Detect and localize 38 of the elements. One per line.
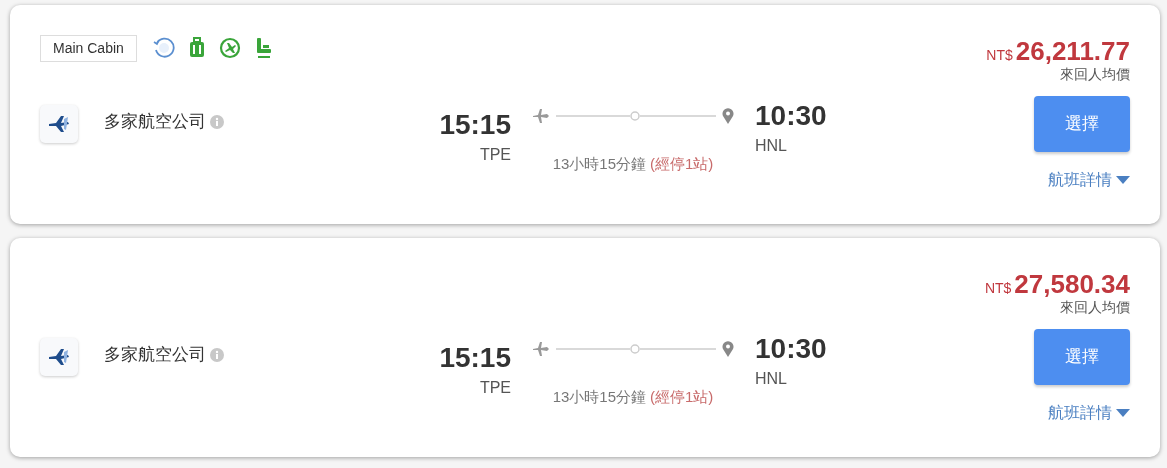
stops-count: (經停1站) [650,387,714,407]
departure-airport: TPE [479,144,511,165]
departure-time: 15:15 [439,107,511,142]
stops-count: (經停1站) [650,154,714,174]
plane-icon [47,347,71,367]
plane-icon [532,341,550,357]
currency-label: NT$ [986,46,1013,65]
flight-details-link[interactable]: 航班詳情 [1048,401,1130,425]
info-icon[interactable] [210,114,224,129]
departure-time: 15:15 [439,340,511,375]
arrival-airport: HNL [755,369,787,389]
seat-icon [254,37,273,59]
select-button[interactable]: 選擇 [1034,96,1130,152]
plane-icon [47,114,71,134]
location-pin-icon [722,341,734,357]
price-note: 來回人均價 [1060,66,1130,82]
cabin-tag: Main Cabin [40,34,137,62]
info-icon[interactable] [210,347,224,362]
circled-plane-icon [218,37,241,59]
plane-icon [532,108,550,124]
flight-duration: 13小時15分鐘 [552,154,646,174]
departure-airport: TPE [479,377,511,398]
arrival-time: 10:30 [755,99,827,133]
price: 27,580.34 [1014,270,1130,298]
caret-icon [1116,176,1130,184]
arrival-time: 10:30 [755,332,827,366]
currency-label: NT$ [984,279,1012,298]
caret-icon [1116,409,1130,417]
airline-name: 多家航空公司 [104,111,206,133]
price-note: 來回人均價 [1060,299,1130,315]
location-pin-icon [722,108,734,124]
select-button[interactable]: 選擇 [1034,329,1130,385]
airline-name: 多家航空公司 [104,344,206,366]
price: 26,211.77 [1015,37,1130,65]
arrival-airport: HNL [755,136,787,156]
flight-duration: 13小時15分鐘 [552,387,646,407]
luggage-icon [188,37,205,59]
flight-details-link[interactable]: 航班詳情 [1048,168,1130,192]
